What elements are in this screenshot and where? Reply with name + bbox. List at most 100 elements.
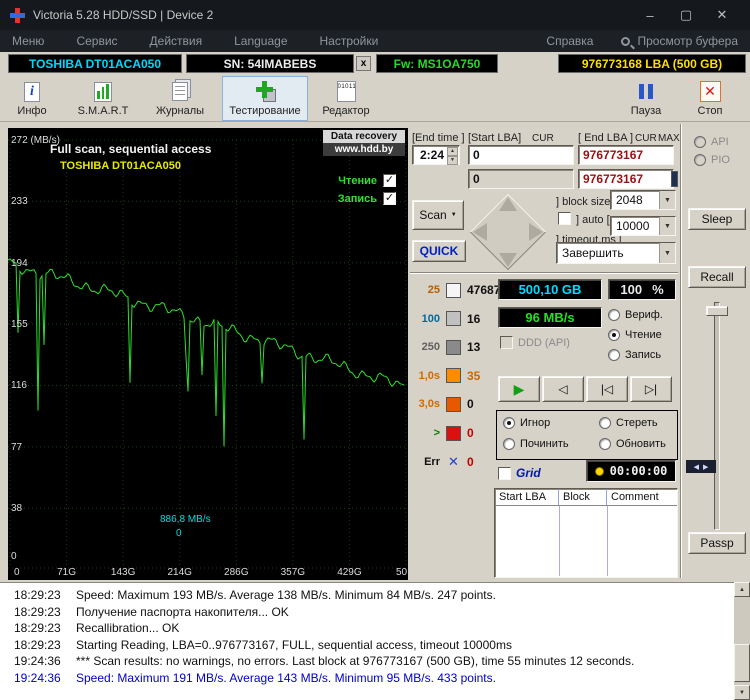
end-time-spinner[interactable]: 2:24 ▲ ▼ [412, 145, 460, 165]
write-toggle[interactable]: Запись ✓ [338, 192, 396, 205]
finish-dropdown-icon[interactable]: ▼ [659, 243, 675, 263]
table-vline [607, 506, 608, 576]
auto-label: ] auto [ [576, 214, 610, 226]
menu-item-actions[interactable]: Действия [150, 34, 203, 48]
api-radio[interactable]: API [694, 136, 729, 148]
log-time: 18:29:23 [14, 638, 61, 652]
grid-checkbox[interactable] [498, 467, 511, 480]
repair-radio[interactable]: Починить [503, 438, 569, 450]
log-scrollbar[interactable]: ▲ ▼ [734, 582, 750, 700]
legend-row: Err✕0 [412, 454, 474, 470]
end-lba-cur-button[interactable]: CUR [635, 133, 657, 144]
finish-action-select[interactable]: Завершить ▼ [556, 242, 676, 264]
passport-button[interactable]: Passp [688, 532, 746, 554]
y-axis-label: 233 [11, 196, 28, 207]
read-radio-dot [608, 329, 620, 341]
timeout-select[interactable]: 10000 ▼ [610, 216, 676, 236]
pio-label: PIO [711, 154, 730, 166]
mini-left-icon[interactable]: ◀ [694, 463, 699, 471]
info-button[interactable]: i Инфо [8, 76, 56, 121]
menu-item-menu[interactable]: Меню [12, 34, 44, 48]
cursor-speed-readout: 886,8 MB/s [160, 514, 211, 525]
auto-checkbox[interactable] [558, 212, 571, 225]
spin-up-icon[interactable]: ▲ [447, 147, 458, 156]
legend-label: 1,0s [412, 370, 440, 382]
api-radio-dot [694, 136, 706, 148]
legend-value: 0 [467, 455, 474, 469]
grid-toggle[interactable]: Grid [498, 466, 541, 480]
stop-button[interactable]: ✕ Стоп [684, 76, 736, 121]
end-lba-label: [ End LBA ] [578, 132, 633, 144]
menu-item-language[interactable]: Language [234, 34, 287, 48]
maximize-button[interactable]: ▢ [668, 0, 704, 30]
log-text: Starting Reading, LBA=0..976773167, FULL… [76, 638, 512, 652]
jump-start-button[interactable]: |◁ [586, 376, 628, 402]
read-checkbox[interactable]: ✓ [383, 174, 396, 187]
mini-nav-control[interactable]: ◀ ▶ [686, 460, 716, 473]
erase-radio[interactable]: Стереть [599, 417, 658, 429]
smart-button[interactable]: S.M.A.R.T [70, 76, 136, 121]
dpad-right-icon[interactable] [529, 223, 543, 241]
test-button[interactable]: Тестирование [222, 76, 308, 121]
erase-label: Стереть [616, 417, 658, 429]
write-checkbox[interactable]: ✓ [383, 192, 396, 205]
ddd-checkbox[interactable] [500, 336, 513, 349]
percent-value: 100 [620, 282, 642, 297]
scroll-up-icon[interactable]: ▲ [734, 582, 750, 597]
device-capacity-display: 976773168 LBA (500 GB) [558, 54, 746, 73]
spinner-arrows[interactable]: ▲ ▼ [447, 147, 458, 163]
start-scan-button[interactable]: ▶ [498, 376, 540, 402]
scroll-thumb[interactable] [734, 644, 750, 682]
minimize-button[interactable]: – [632, 0, 668, 30]
pio-radio[interactable]: PIO [694, 154, 730, 166]
refresh-label: Обновить [616, 438, 666, 450]
menu-item-service[interactable]: Сервис [76, 34, 117, 48]
serial-close-button[interactable]: x [356, 56, 371, 71]
scan-menu-button[interactable]: Scan ▼ [412, 200, 464, 230]
speed-slider-thumb[interactable] [706, 306, 728, 316]
percent-lcd: 100 % [608, 279, 676, 300]
start-lba-cur-button[interactable]: CUR [532, 133, 554, 144]
legend-label: 25 [412, 284, 440, 296]
start-lba-input[interactable]: 0 [468, 145, 574, 165]
block-size-select[interactable]: 2048 ▼ [610, 190, 676, 210]
timeout-dropdown-icon[interactable]: ▼ [659, 217, 675, 235]
jump-end-button[interactable]: ▷| [630, 376, 672, 402]
ddd-checkbox-row[interactable]: DDD (API) [500, 336, 570, 349]
ignore-radio[interactable]: Игнор [503, 417, 550, 429]
recall-button[interactable]: Recall [688, 266, 746, 288]
read-radio[interactable]: Чтение [608, 329, 662, 341]
end-lba-input[interactable]: 976773167 [578, 145, 674, 165]
logs-button[interactable]: Журналы [150, 76, 210, 121]
percent-unit: % [652, 282, 664, 297]
spin-down-icon[interactable]: ▼ [447, 156, 458, 165]
read-toggle[interactable]: Чтение ✓ [338, 174, 396, 187]
speed-slider-track[interactable] [714, 302, 720, 530]
pause-button[interactable]: Пауза [620, 76, 672, 121]
buffer-view-label: Просмотр буфера [637, 34, 738, 48]
close-button[interactable]: ✕ [704, 0, 740, 30]
verify-radio[interactable]: Вериф. [608, 309, 663, 321]
end-time-label: [End time ] [412, 132, 465, 144]
end-lba2-field[interactable]: 976773167 [578, 169, 674, 189]
dpad-down-icon[interactable] [499, 253, 517, 267]
menu-item-settings[interactable]: Настройки [320, 34, 379, 48]
mini-right-icon[interactable]: ▶ [703, 463, 708, 471]
scroll-down-icon[interactable]: ▼ [734, 685, 750, 700]
end-lba-max-button[interactable]: MAX [658, 133, 680, 144]
buffer-view-button[interactable]: Просмотр буфера [621, 34, 738, 48]
write-radio[interactable]: Запись [608, 349, 661, 361]
menu-item-help[interactable]: Справка [546, 34, 593, 48]
dpad-left-icon[interactable] [473, 223, 487, 241]
refresh-radio[interactable]: Обновить [599, 438, 666, 450]
direction-pad[interactable] [466, 190, 550, 274]
sleep-button[interactable]: Sleep [688, 208, 746, 230]
y-axis-label: 155 [11, 319, 28, 330]
editor-button[interactable]: 010110 Редактор [316, 76, 376, 121]
dpad-up-icon[interactable] [499, 197, 517, 211]
step-back-button[interactable]: ◁ [542, 376, 584, 402]
block-size-dropdown-icon[interactable]: ▼ [659, 191, 675, 209]
quick-button[interactable]: QUICK [412, 240, 466, 262]
y-axis-label: 38 [11, 503, 22, 514]
api-label: API [711, 136, 729, 148]
